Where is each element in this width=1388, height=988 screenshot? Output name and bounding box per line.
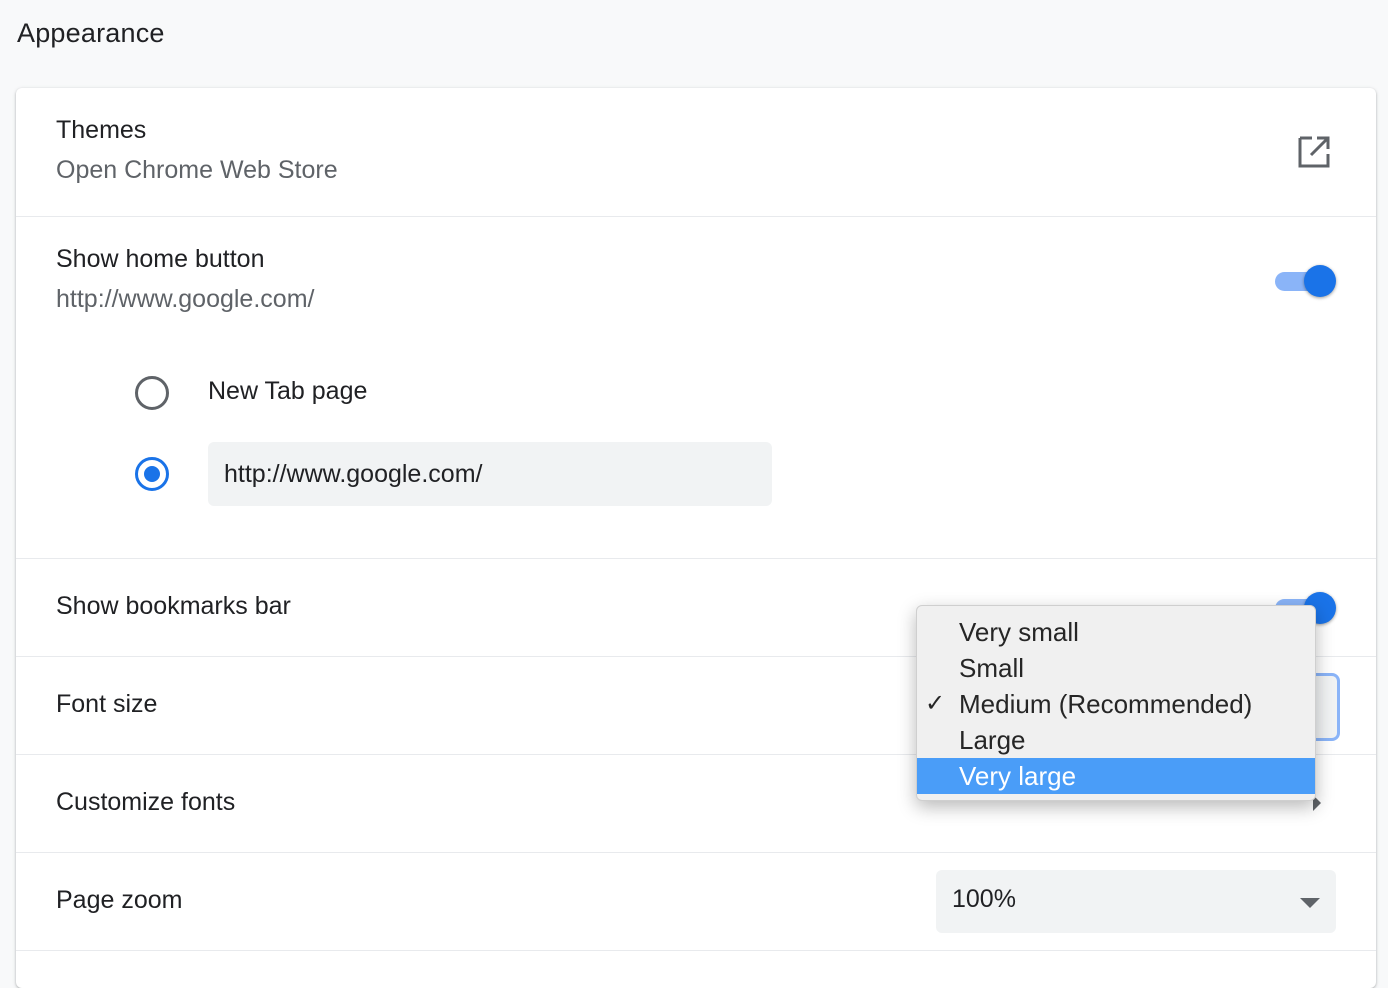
themes-sublabel: Open Chrome Web Store (56, 156, 338, 184)
external-link-icon[interactable] (1296, 134, 1332, 170)
checkmark-icon: ✓ (925, 690, 946, 717)
home-button-sublabel: http://www.google.com/ (56, 285, 315, 313)
custom-url-radio[interactable] (135, 457, 169, 491)
font-size-option[interactable]: Very small (917, 614, 1315, 650)
font-size-option-selected[interactable]: ✓ Medium (Recommended) (917, 686, 1315, 722)
customize-fonts-label: Customize fonts (56, 788, 236, 816)
font-size-option[interactable]: Small (917, 650, 1315, 686)
option-label: Very small (959, 617, 1079, 647)
home-url-input[interactable] (208, 442, 772, 506)
font-size-option[interactable]: Large (917, 722, 1315, 758)
divider (16, 950, 1376, 951)
page-zoom-label: Page zoom (56, 886, 183, 914)
appearance-card: Themes Open Chrome Web Store Show home b… (16, 88, 1376, 988)
home-button-toggle[interactable] (1274, 264, 1338, 298)
new-tab-radio-label[interactable]: New Tab page (208, 377, 367, 406)
option-label: Large (959, 725, 1026, 755)
bookmarks-bar-label: Show bookmarks bar (56, 592, 291, 620)
themes-row[interactable]: Themes Open Chrome Web Store (16, 88, 1376, 216)
toggle-knob (1304, 265, 1336, 297)
font-size-option-highlighted[interactable]: Very large (917, 758, 1315, 794)
section-title: Appearance (17, 18, 165, 48)
chevron-down-icon (1300, 898, 1320, 908)
page-zoom-row: Page zoom 100% (16, 853, 1376, 950)
font-size-label: Font size (56, 690, 158, 718)
page-zoom-value: 100% (952, 885, 1016, 913)
new-tab-radio[interactable] (135, 376, 169, 410)
option-label: Very large (959, 761, 1077, 791)
home-button-label: Show home button (56, 245, 265, 273)
option-label: Small (959, 653, 1025, 683)
font-size-dropdown-menu: Very small Small ✓ Medium (Recommended) … (916, 605, 1316, 801)
themes-label: Themes (56, 116, 147, 144)
option-label: Medium (Recommended) (959, 689, 1253, 719)
page-zoom-select[interactable]: 100% (936, 870, 1336, 933)
